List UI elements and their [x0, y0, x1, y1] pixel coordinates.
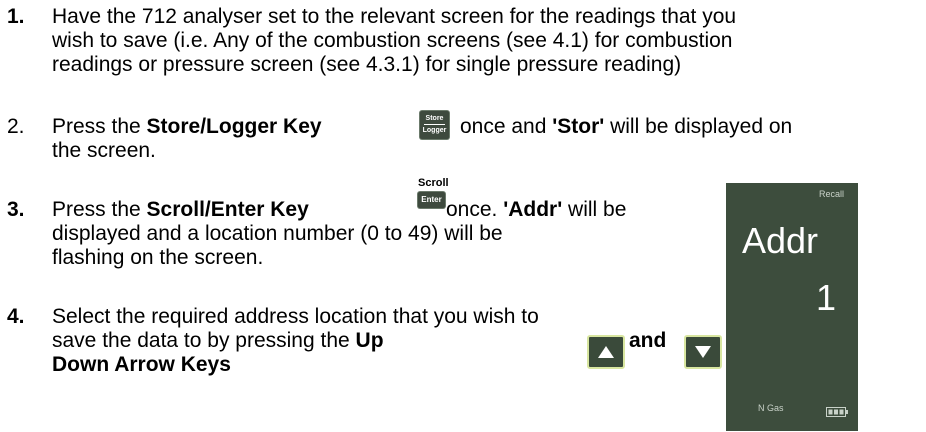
down-arrow-icon [684, 335, 722, 369]
step-number: 3. [7, 198, 25, 221]
key-top-label: Store [425, 115, 444, 122]
step-3-line-1-rest: once. 'Addr' will be [446, 198, 626, 222]
step-4-line-2: save the data to by pressing the Up [52, 329, 384, 353]
scroll-key-label: Scroll [418, 177, 449, 189]
display-word: 'Addr' [503, 198, 563, 221]
step-3-line-1: Press the Scroll/Enter Key [52, 198, 309, 222]
step-2-line-1: Press the Store/Logger Key [52, 115, 322, 139]
step-4-line-3: Down Arrow Keys [52, 353, 231, 376]
display-gas-label: N Gas [758, 403, 784, 413]
display-location-number: 1 [815, 277, 836, 318]
step-number: 4. [7, 305, 25, 328]
battery-icon [826, 407, 848, 417]
display-header: Recall [818, 189, 844, 199]
step-1-line-3: readings or pressure screen (see 4.3.1) … [52, 53, 682, 76]
scroll-enter-key-icon: Enter [418, 192, 445, 208]
step-2-line-2: the screen. [52, 139, 156, 162]
key-name: Store/Logger Key [146, 115, 322, 138]
text: Press the [52, 115, 147, 138]
text: will be [562, 198, 627, 221]
up-word: Up [355, 329, 384, 352]
text: will be displayed on [604, 115, 793, 138]
step-number: 1. [7, 5, 25, 28]
step-4-line-1: Select the required address location tha… [52, 305, 539, 328]
store-logger-key-icon: Store Logger [420, 111, 449, 139]
key-name: Scroll/Enter Key [146, 198, 309, 221]
key-label: Enter [421, 195, 442, 204]
step-2-line-1-rest: once and 'Stor' will be displayed on [460, 115, 792, 139]
step-3-line-3: flashing on the screen. [52, 246, 264, 269]
step-1-line-1: Have the 712 analyser set to the relevan… [52, 5, 737, 28]
text: save the data to by pressing the [52, 329, 356, 352]
text: once and [460, 115, 553, 138]
step-number: 2. [7, 115, 25, 138]
display-title: Addr [742, 220, 819, 261]
and-word: and [629, 329, 667, 352]
text: once. [446, 198, 504, 221]
step-1-line-2: wish to save (i.e. Any of the combustion… [52, 29, 733, 52]
key-divider [424, 124, 445, 125]
up-arrow-icon [587, 335, 625, 369]
step-3-line-2: displayed and a location number (0 to 49… [52, 222, 503, 245]
text: Press the [52, 198, 147, 221]
key-bottom-label: Logger [422, 127, 447, 134]
analyser-display: Recall Addr 1 N Gas [726, 183, 858, 431]
display-word: 'Stor' [552, 115, 605, 138]
